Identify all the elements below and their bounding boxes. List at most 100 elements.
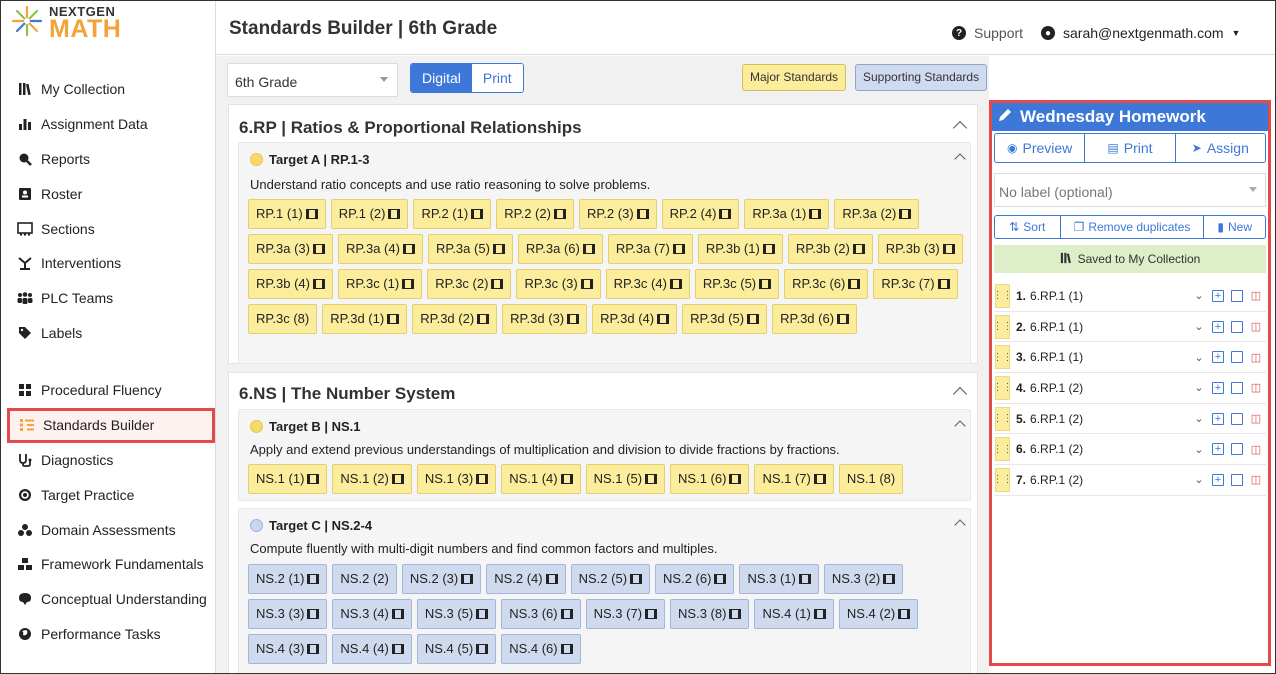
standard-chip[interactable]: RP.3a (4) (337, 234, 423, 264)
assignment-item[interactable]: ⋮⋮ 7. 6.RP.1 (2) ⌄ + ◫ (993, 465, 1266, 496)
chevron-down-icon[interactable]: ⌄ (1193, 290, 1205, 302)
standard-chip[interactable]: NS.4 (6) (501, 634, 581, 664)
sidebar-item-sections[interactable]: Sections (1, 211, 216, 246)
trash-icon[interactable]: ◫ (1250, 321, 1262, 333)
image-icon[interactable] (1231, 412, 1243, 425)
standard-chip[interactable]: NS.2 (6) (655, 564, 735, 594)
standard-chip[interactable]: RP.3b (3) (877, 234, 963, 264)
user-menu[interactable]: ● sarah@nextgenmath.com ▼ (1041, 25, 1240, 41)
standard-chip[interactable]: NS.3 (4) (332, 599, 412, 629)
standard-chip[interactable]: RP.3d (1) (322, 304, 408, 334)
image-icon[interactable] (1231, 320, 1243, 333)
add-icon[interactable]: + (1212, 443, 1224, 456)
standard-chip[interactable]: RP.1 (2) (330, 199, 409, 229)
image-icon[interactable] (1231, 289, 1243, 302)
standard-chip[interactable]: NS.3 (8) (670, 599, 750, 629)
sort-button[interactable]: ⇅ Sort (995, 216, 1061, 238)
sidebar-item-labels[interactable]: Labels (1, 316, 216, 351)
standard-chip[interactable]: NS.1 (4) (501, 464, 581, 494)
standard-chip[interactable]: NS.4 (3) (248, 634, 328, 664)
standard-chip[interactable]: RP.3c (5) (694, 269, 780, 299)
drag-handle-icon[interactable]: ⋮⋮ (993, 314, 1013, 339)
standard-chip[interactable]: NS.4 (5) (416, 634, 497, 664)
sidebar-item-conceptual-understanding[interactable]: Conceptual Understanding (1, 582, 216, 617)
logo[interactable]: NEXTGEN MATH (11, 5, 121, 42)
assignment-item[interactable]: ⋮⋮ 4. 6.RP.1 (2) ⌄ + ◫ (993, 373, 1266, 404)
assignment-item[interactable]: ⋮⋮ 2. 6.RP.1 (1) ⌄ + ◫ (993, 312, 1266, 343)
standard-chip[interactable]: RP.3d (2) (412, 304, 498, 334)
standard-chip[interactable]: NS.2 (5) (570, 564, 651, 594)
standard-chip[interactable]: NS.4 (1) (754, 599, 834, 629)
sidebar-item-framework-fundamentals[interactable]: Framework Fundamentals (1, 547, 216, 582)
standard-chip[interactable]: NS.3 (7) (585, 599, 666, 629)
standard-chip[interactable]: NS.3 (6) (501, 599, 581, 629)
collapse-chevron-icon[interactable] (954, 519, 966, 531)
standard-chip[interactable]: NS.3 (5) (416, 599, 497, 629)
standard-chip[interactable]: RP.3a (6) (517, 234, 603, 264)
image-icon[interactable] (1231, 473, 1243, 486)
standard-chip[interactable]: NS.1 (8) (838, 464, 904, 494)
standard-chip[interactable]: RP.3c (4) (605, 269, 690, 299)
standard-chip[interactable]: RP.3a (7) (607, 234, 693, 264)
new-button[interactable]: ▮ New (1204, 216, 1265, 238)
standard-chip[interactable]: RP.1 (1) (248, 199, 326, 229)
drag-handle-icon[interactable]: ⋮⋮ (993, 345, 1013, 370)
assignment-item[interactable]: ⋮⋮ 3. 6.RP.1 (1) ⌄ + ◫ (993, 342, 1266, 374)
trash-icon[interactable]: ◫ (1250, 474, 1262, 486)
standard-chip[interactable]: RP.3c (6) (784, 269, 869, 299)
support-link[interactable]: ? Support (952, 25, 1023, 41)
print-button[interactable]: ▤ Print (1085, 134, 1176, 162)
collapse-chevron-icon[interactable] (954, 153, 966, 165)
standard-chip[interactable]: RP.3d (5) (682, 304, 768, 334)
standard-chip[interactable]: NS.3 (3) (248, 599, 328, 629)
chevron-down-icon[interactable]: ⌄ (1193, 382, 1205, 394)
preview-button[interactable]: ◉ Preview (995, 134, 1086, 162)
chevron-down-icon[interactable]: ⌄ (1193, 413, 1205, 425)
mode-print-button[interactable]: Print (471, 64, 523, 92)
standard-chip[interactable]: NS.1 (6) (670, 464, 750, 494)
standard-chip[interactable]: RP.3c (2) (427, 269, 512, 299)
image-icon[interactable] (1231, 351, 1243, 364)
sidebar-item-diagnostics[interactable]: Diagnostics (1, 443, 216, 478)
standard-chip[interactable]: RP.3b (1) (697, 234, 783, 264)
add-icon[interactable]: + (1212, 473, 1224, 486)
sidebar-item-my-collection[interactable]: My Collection (1, 72, 216, 107)
sidebar-item-plc-teams[interactable]: PLC Teams (1, 281, 216, 316)
collapse-chevron-icon[interactable] (952, 386, 968, 402)
standard-chip[interactable]: RP.3d (4) (592, 304, 678, 334)
sidebar-item-reports[interactable]: Reports (1, 142, 216, 177)
sidebar-item-target-practice[interactable]: Target Practice (1, 477, 216, 512)
trash-icon[interactable]: ◫ (1250, 382, 1262, 394)
label-select[interactable]: No label (optional) (994, 173, 1266, 207)
standard-chip[interactable]: RP.2 (4) (661, 199, 740, 229)
image-icon[interactable] (1231, 381, 1243, 394)
standard-chip[interactable]: NS.3 (1) (739, 564, 819, 594)
assign-button[interactable]: ➤ Assign (1176, 134, 1265, 162)
standard-chip[interactable]: RP.2 (3) (578, 199, 657, 229)
standard-chip[interactable]: NS.4 (2) (838, 599, 919, 629)
chevron-down-icon[interactable]: ⌄ (1193, 474, 1205, 486)
standard-chip[interactable]: RP.3a (2) (834, 199, 920, 229)
standard-chip[interactable]: NS.1 (7) (754, 464, 834, 494)
chevron-down-icon[interactable]: ⌄ (1193, 351, 1205, 364)
supporting-standards-legend[interactable]: Supporting Standards (855, 64, 988, 91)
remove-duplicates-button[interactable]: ❐ Remove duplicates (1061, 216, 1205, 238)
standard-chip[interactable]: NS.1 (2) (332, 464, 412, 494)
sidebar-item-roster[interactable]: Roster (1, 176, 216, 211)
standard-chip[interactable]: NS.2 (2) (332, 564, 397, 594)
standard-chip[interactable]: NS.4 (4) (332, 634, 412, 664)
standard-chip[interactable]: RP.3b (2) (787, 234, 873, 264)
major-standards-legend[interactable]: Major Standards (742, 64, 847, 91)
chevron-down-icon[interactable]: ⌄ (1193, 321, 1205, 333)
standard-chip[interactable]: RP.3a (3) (248, 234, 333, 264)
assignment-item[interactable]: ⋮⋮ 5. 6.RP.1 (2) ⌄ + ◫ (993, 404, 1266, 435)
standard-chip[interactable]: RP.2 (1) (413, 199, 492, 229)
standard-chip[interactable]: RP.2 (2) (496, 199, 574, 229)
assignment-title[interactable]: Wednesday Homework (1020, 107, 1206, 127)
sidebar-item-domain-assessments[interactable]: Domain Assessments (1, 512, 216, 547)
drag-handle-icon[interactable]: ⋮⋮ (993, 375, 1013, 400)
trash-icon[interactable]: ◫ (1250, 351, 1262, 364)
image-icon[interactable] (1231, 443, 1243, 456)
drag-handle-icon[interactable]: ⋮⋮ (993, 467, 1013, 492)
standard-chip[interactable]: RP.3c (1) (337, 269, 423, 299)
